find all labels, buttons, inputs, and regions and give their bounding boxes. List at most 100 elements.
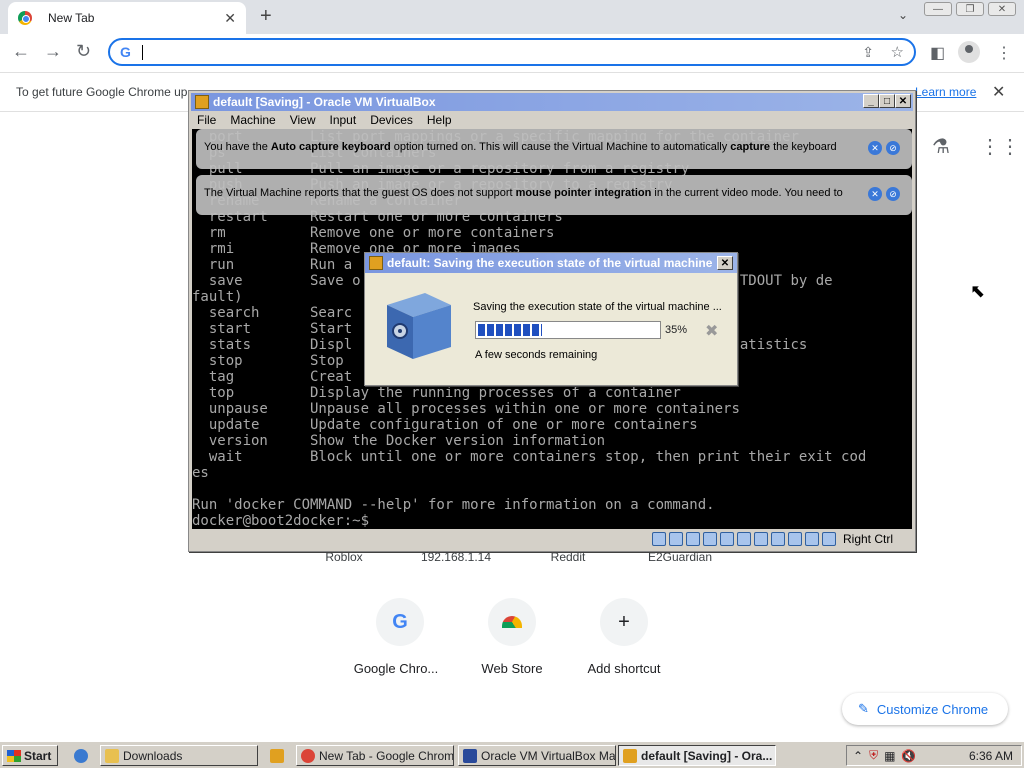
side-panel-icon[interactable]: ◧ — [930, 43, 945, 63]
usb-icon[interactable] — [719, 532, 734, 546]
menu-kebab-icon[interactable]: ⋮ — [996, 43, 1012, 63]
taskbar-item-label: Oracle VM VirtualBox Ma... — [481, 748, 616, 763]
security-alert-icon[interactable]: ⛨ — [869, 748, 878, 763]
most-visited-label[interactable]: Reddit — [518, 550, 618, 564]
windows-flag-icon — [7, 749, 21, 762]
vm-icon — [623, 748, 637, 763]
most-visited-label[interactable]: 192.168.1.14 — [406, 550, 506, 564]
most-visited-label[interactable]: Roblox — [294, 550, 394, 564]
notice-mute-icon[interactable]: ⊘ — [886, 187, 900, 201]
taskbar-item-downloads[interactable]: Downloads — [100, 745, 258, 766]
notice-bold: mouse pointer integration — [515, 187, 652, 199]
host-key-label: Right Ctrl — [842, 532, 893, 546]
virtualization-icon[interactable] — [787, 532, 802, 546]
chrome-icon — [301, 748, 315, 763]
address-bar[interactable]: G ⇪ ☆ — [108, 38, 916, 66]
tray-expand-icon[interactable]: ⌃ — [853, 749, 863, 763]
back-arrow-icon[interactable]: ← — [12, 41, 30, 62]
terminal-line: Run 'docker COMMAND --help' for more inf… — [192, 497, 715, 513]
terminal-line: docker@boot2docker:~$ — [192, 513, 370, 529]
infobar-message: To get future Google Chrome up — [16, 85, 188, 99]
new-tab-button[interactable]: + — [260, 6, 272, 26]
terminal-line: wait Block until one or more containers … — [192, 449, 867, 465]
media-player-icon[interactable] — [270, 749, 284, 763]
network-icon[interactable] — [702, 532, 717, 546]
notice-mute-icon[interactable]: ⊘ — [886, 141, 900, 155]
dialog-close-button[interactable]: ✕ — [717, 256, 733, 270]
plus-icon: + — [618, 610, 630, 633]
customize-chrome-button[interactable]: ✎ Customize Chrome — [842, 693, 1008, 725]
tab-title: New Tab — [48, 11, 95, 25]
notice-bold: Auto capture keyboard — [270, 141, 391, 153]
notice-text: The Virtual Machine reports that the gue… — [204, 187, 516, 199]
shortcut-google-chrome[interactable]: G — [376, 598, 424, 646]
minimize-button[interactable]: — — [924, 2, 952, 16]
host-key-arrow-icon[interactable] — [821, 532, 836, 546]
bookmark-star-icon[interactable]: ☆ — [891, 43, 904, 61]
labs-flask-icon[interactable]: ⚗ — [932, 134, 950, 159]
learn-more-link[interactable]: Learn more — [915, 85, 976, 99]
optical-drive-icon[interactable] — [668, 532, 683, 546]
hard-disk-icon[interactable] — [651, 532, 666, 546]
tab-new-tab[interactable]: New Tab ✕ — [8, 2, 246, 34]
terminal-line: fault) — [192, 289, 243, 305]
audio-icon[interactable] — [685, 532, 700, 546]
shared-folders-icon[interactable] — [736, 532, 751, 546]
mouse-pointer-icon: ⬉ — [970, 281, 986, 301]
vm-minimize-button[interactable]: _ — [863, 94, 879, 108]
notice-close-icon[interactable]: ✕ — [868, 187, 882, 201]
window-controls: — ❐ ✕ — [924, 2, 1016, 16]
terminal-line: search Searc — [192, 305, 353, 321]
share-icon[interactable]: ⇪ — [862, 44, 874, 61]
menu-input[interactable]: Input — [330, 113, 357, 127]
terminal-line: update Update configuration of one or mo… — [192, 417, 698, 433]
shortcut-web-store[interactable] — [488, 598, 536, 646]
notice-close-icon[interactable]: ✕ — [868, 141, 882, 155]
tab-search-chevron-icon[interactable]: ⌄ — [898, 8, 908, 22]
start-button[interactable]: Start — [2, 745, 58, 766]
text-caret — [142, 45, 143, 60]
close-window-button[interactable]: ✕ — [988, 2, 1016, 16]
profile-avatar[interactable] — [958, 41, 980, 63]
apps-grid-icon[interactable]: ⋮⋮⋮ — [980, 134, 1024, 159]
browser-toolbar: ← → ↻ G ⇪ ☆ ◧ ⋮ — [0, 34, 1024, 72]
menu-machine[interactable]: Machine — [230, 113, 275, 127]
forward-arrow-icon[interactable]: → — [44, 41, 62, 62]
vm-maximize-button[interactable]: □ — [879, 94, 895, 108]
taskbar: Start Downloads New Tab - Google Chrome … — [0, 741, 1024, 768]
terminal-line: start Start — [192, 321, 353, 337]
internet-explorer-icon[interactable] — [74, 749, 88, 763]
reload-icon[interactable]: ↻ — [76, 41, 91, 62]
most-visited-label[interactable]: E2Guardian — [630, 550, 730, 564]
taskbar-item-virtualbox-manager[interactable]: Oracle VM VirtualBox Ma... — [458, 745, 616, 766]
taskbar-item-label: Downloads — [123, 748, 183, 763]
restore-button[interactable]: ❐ — [956, 2, 984, 16]
taskbar-item-chrome[interactable]: New Tab - Google Chrome — [296, 745, 454, 766]
infobar-close-icon[interactable]: ✕ — [992, 82, 1005, 102]
add-shortcut-button[interactable]: + — [600, 598, 648, 646]
taskbar-item-vm-saving[interactable]: default [Saving] - Ora... — [618, 745, 776, 766]
menu-view[interactable]: View — [290, 113, 316, 127]
pencil-icon: ✎ — [858, 701, 869, 716]
tab-close-icon[interactable]: ✕ — [224, 10, 236, 27]
saving-state-dialog: default: Saving the execution state of t… — [364, 252, 738, 386]
display-icon[interactable] — [753, 532, 768, 546]
video-capture-icon[interactable] — [770, 532, 785, 546]
menu-file[interactable]: File — [197, 113, 216, 127]
network-tray-icon[interactable]: ▦ — [884, 749, 895, 763]
virtualbox-icon — [195, 95, 209, 109]
notice-text: the keyboard — [770, 141, 837, 153]
menu-help[interactable]: Help — [427, 113, 452, 127]
volume-muted-icon[interactable]: 🔇 — [901, 749, 916, 763]
shortcut-label: Web Store — [481, 661, 543, 676]
cancel-operation-icon[interactable]: ✖ — [705, 321, 718, 341]
keyboard-capture-notice: You have the Auto capture keyboard optio… — [196, 129, 912, 169]
vm-close-button[interactable]: ✕ — [895, 94, 911, 108]
mouse-integration-icon[interactable] — [804, 532, 819, 546]
virtualbox-icon — [369, 256, 383, 270]
menu-devices[interactable]: Devices — [370, 113, 413, 127]
dialog-title: default: Saving the execution state of t… — [387, 256, 713, 270]
vm-title-bar[interactable]: default [Saving] - Oracle VM VirtualBox … — [191, 93, 913, 111]
dialog-title-bar[interactable]: default: Saving the execution state of t… — [365, 253, 737, 273]
shortcut-label: Add shortcut — [587, 661, 661, 676]
